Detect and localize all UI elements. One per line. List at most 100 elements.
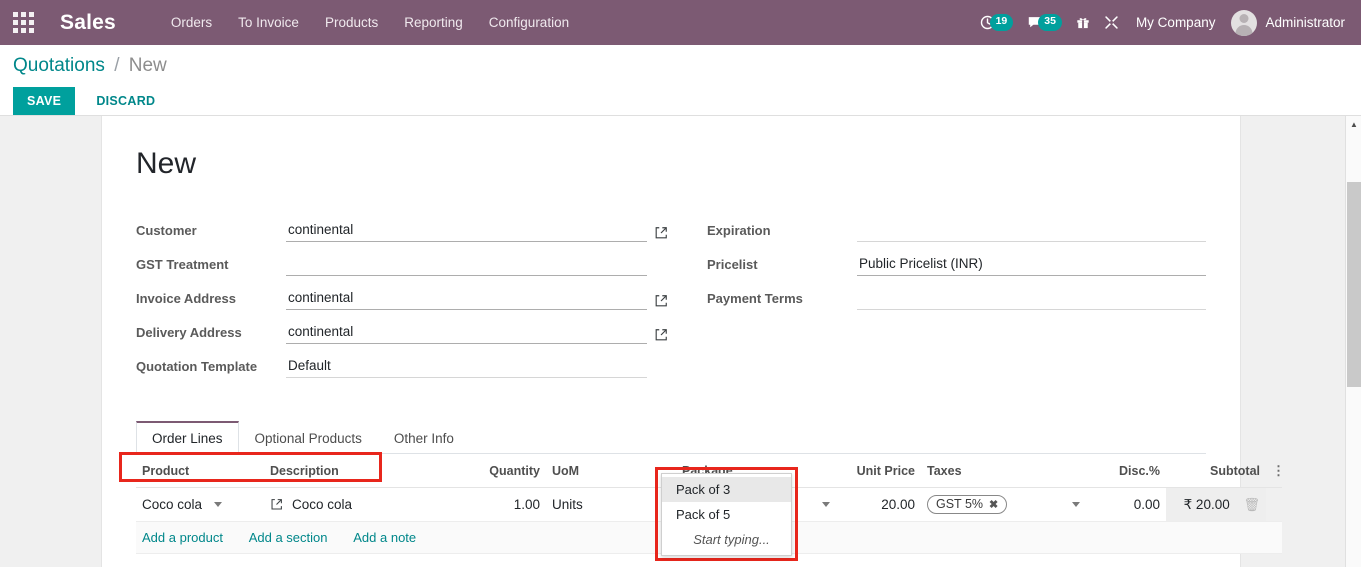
form-fields-group: Customer continental GST Treatment Invoi… xyxy=(136,215,1206,385)
field-expiration-label: Expiration xyxy=(707,223,771,238)
save-button[interactable]: SAVE xyxy=(13,87,76,115)
form-column-right: Expiration Pricelist Public Pricelist (I… xyxy=(671,215,1206,385)
bug-wrench-icon xyxy=(1105,16,1118,29)
breadcrumb: Quotations / New xyxy=(13,56,1361,75)
tax-tag-label: GST 5% xyxy=(936,497,984,511)
cell-taxes[interactable]: GST 5% ✖ xyxy=(921,487,1086,522)
tab-order-lines[interactable]: Order Lines xyxy=(136,421,239,454)
description-value[interactable]: Coco cola xyxy=(292,497,352,512)
delivery-address-input[interactable]: continental xyxy=(286,322,647,344)
col-header-description: Description xyxy=(264,454,454,488)
field-gst-treatment-label: GST Treatment xyxy=(136,257,229,272)
uom-value[interactable]: Units xyxy=(552,497,583,512)
cell-quantity[interactable]: 1.00 xyxy=(454,487,546,522)
package-option-pack-of-3[interactable]: Pack of 3 xyxy=(662,477,791,502)
field-quotation-template: Quotation Template Default xyxy=(136,351,671,378)
subtotal-value: ₹ 20.00 xyxy=(1183,496,1230,512)
record-action-buttons: SAVE DISCARD xyxy=(13,87,1361,115)
control-panel: Quotations / New SAVE DISCARD xyxy=(0,45,1361,115)
page-title: New xyxy=(136,147,197,180)
field-expiration: Expiration xyxy=(707,215,1206,242)
cell-discount[interactable]: 0.00 xyxy=(1086,487,1166,522)
user-avatar-icon xyxy=(1231,9,1258,36)
field-customer: Customer continental xyxy=(136,215,671,242)
cell-product[interactable]: Coco cola xyxy=(136,487,264,522)
app-brand-title[interactable]: Sales xyxy=(60,11,116,35)
menu-item-to-invoice[interactable]: To Invoice xyxy=(225,9,312,36)
invoice-address-input[interactable]: continental xyxy=(286,288,647,310)
menu-item-products[interactable]: Products xyxy=(312,9,391,36)
menu-item-configuration[interactable]: Configuration xyxy=(476,9,582,36)
add-a-note-link[interactable]: Add a note xyxy=(353,530,416,545)
invoice-address-open-record-icon[interactable] xyxy=(654,294,671,308)
scrollbar-thumb[interactable] xyxy=(1347,182,1361,387)
col-header-discount: Disc.% xyxy=(1086,454,1166,488)
col-header-subtotal: Subtotal xyxy=(1166,454,1266,488)
customer-open-record-icon[interactable] xyxy=(654,226,671,240)
product-open-record-icon[interactable] xyxy=(270,498,283,511)
package-option-pack-of-5[interactable]: Pack of 5 xyxy=(662,502,791,527)
tax-tag-gst[interactable]: GST 5% ✖ xyxy=(927,495,1008,514)
vertical-dots-icon[interactable]: ⋮ xyxy=(1272,463,1285,478)
user-name-label: Administrator xyxy=(1265,15,1345,30)
discard-button[interactable]: DISCARD xyxy=(82,87,169,115)
customer-input[interactable]: continental xyxy=(286,220,647,242)
scrollbar-track[interactable] xyxy=(1347,132,1361,182)
breadcrumb-separator: / xyxy=(114,55,120,76)
col-header-taxes: Taxes xyxy=(921,454,1086,488)
add-a-product-link[interactable]: Add a product xyxy=(142,530,223,545)
breadcrumb-root-quotations[interactable]: Quotations xyxy=(13,55,105,76)
package-autocomplete-dropdown[interactable]: Pack of 3 Pack of 5 Start typing... xyxy=(661,473,792,556)
breadcrumb-current: New xyxy=(128,55,167,76)
gift-button[interactable] xyxy=(1069,0,1097,45)
field-delivery-address-label: Delivery Address xyxy=(136,325,242,340)
chevron-down-icon[interactable] xyxy=(822,502,830,507)
field-payment-terms: Payment Terms xyxy=(707,283,1206,310)
chevron-down-icon[interactable] xyxy=(214,502,223,507)
activities-count-badge: 19 xyxy=(989,14,1014,31)
field-quotation-template-label: Quotation Template xyxy=(136,359,258,374)
main-menu: Orders To Invoice Products Reporting Con… xyxy=(158,9,582,36)
user-menu[interactable]: Administrator xyxy=(1225,9,1351,36)
add-a-section-link[interactable]: Add a section xyxy=(249,530,328,545)
product-value[interactable]: Coco cola xyxy=(142,497,202,512)
pricelist-input[interactable]: Public Pricelist (INR) xyxy=(857,254,1206,276)
field-customer-label: Customer xyxy=(136,223,197,238)
cell-description[interactable]: Coco cola xyxy=(264,487,454,522)
apps-menu-button[interactable] xyxy=(0,0,46,45)
package-start-typing-hint: Start typing... xyxy=(693,532,770,547)
activities-button[interactable]: 19 xyxy=(973,0,1021,45)
apps-grid-icon xyxy=(12,12,34,33)
col-header-uom: UoM xyxy=(546,454,676,488)
trash-icon[interactable]: 🗑 xyxy=(1243,497,1260,512)
menu-item-orders[interactable]: Orders xyxy=(158,9,225,36)
col-header-quantity: Quantity xyxy=(454,454,546,488)
gst-treatment-input[interactable] xyxy=(286,254,647,276)
field-pricelist-label: Pricelist xyxy=(707,257,758,272)
field-gst-treatment: GST Treatment xyxy=(136,249,671,276)
field-invoice-address: Invoice Address continental xyxy=(136,283,671,310)
debug-tools-button[interactable] xyxy=(1097,0,1126,45)
cell-subtotal: ₹ 20.00 🗑 xyxy=(1166,487,1266,522)
scrollbar-up-arrow[interactable]: ▲ xyxy=(1346,116,1361,132)
tax-remove-icon[interactable]: ✖ xyxy=(989,498,998,511)
gift-icon xyxy=(1077,18,1089,29)
cell-unit-price[interactable]: 20.00 xyxy=(836,487,921,522)
col-header-product: Product xyxy=(136,454,264,488)
menu-item-reporting[interactable]: Reporting xyxy=(391,9,476,36)
company-switcher[interactable]: My Company xyxy=(1126,15,1226,30)
tab-other-info[interactable]: Other Info xyxy=(378,421,470,454)
messages-button[interactable]: 35 xyxy=(1020,0,1069,45)
col-header-unit-price: Unit Price xyxy=(836,454,921,488)
sheet-left-gutter xyxy=(0,116,101,567)
delivery-address-open-record-icon[interactable] xyxy=(654,328,671,342)
payment-terms-input[interactable] xyxy=(857,288,1206,310)
vertical-scrollbar[interactable]: ▲ xyxy=(1345,116,1361,567)
field-delivery-address: Delivery Address continental xyxy=(136,317,671,344)
quotation-template-input[interactable]: Default xyxy=(286,356,647,378)
chevron-down-icon[interactable] xyxy=(1072,502,1080,507)
field-payment-terms-label: Payment Terms xyxy=(707,291,803,306)
tab-optional-products[interactable]: Optional Products xyxy=(239,421,378,454)
expiration-input[interactable] xyxy=(857,220,1206,242)
cell-uom[interactable]: Units xyxy=(546,487,676,522)
